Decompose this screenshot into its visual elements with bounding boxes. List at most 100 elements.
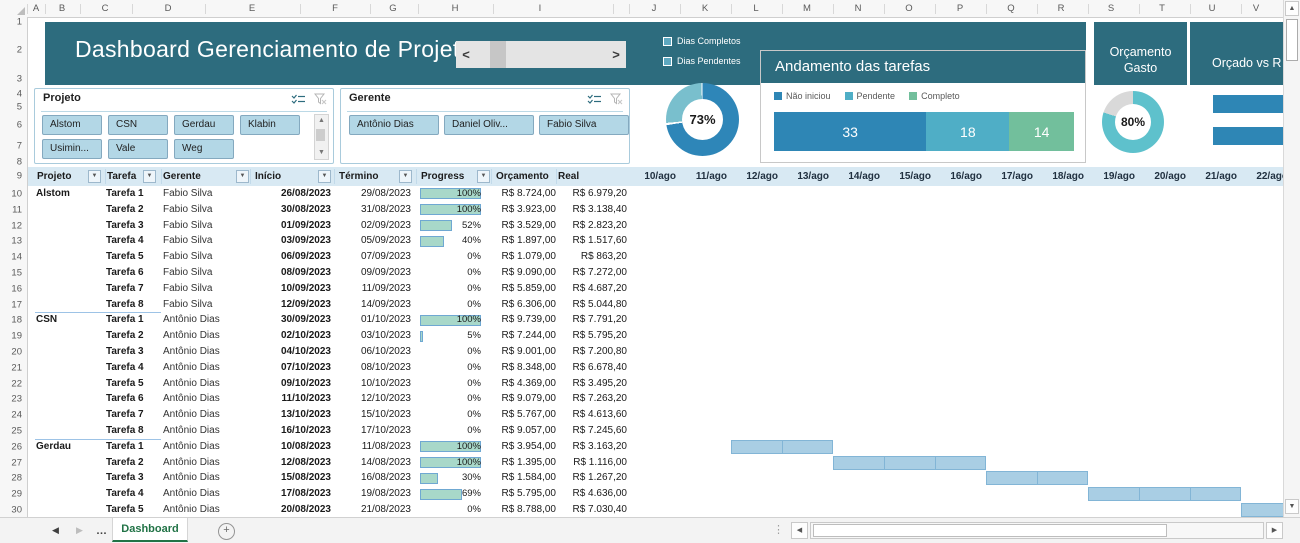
sheet-nav-next-icon[interactable]: ▶	[76, 518, 83, 543]
row-header-8[interactable]: 8	[17, 157, 22, 168]
row-header-6[interactable]: 6	[17, 120, 22, 131]
row-header-18[interactable]: 18	[11, 315, 22, 326]
row-header-29[interactable]: 29	[11, 489, 22, 500]
row-header-25[interactable]: 25	[11, 425, 22, 436]
column-header-B[interactable]: B	[59, 0, 65, 17]
row-header-28[interactable]: 28	[11, 473, 22, 484]
row-header-9[interactable]: 9	[17, 171, 22, 182]
scroll-down-icon[interactable]: ▼	[1285, 499, 1299, 514]
row-header-20[interactable]: 20	[11, 346, 22, 357]
banner-scrollbar[interactable]: < >	[456, 41, 626, 68]
row-header-10[interactable]: 10	[11, 188, 22, 199]
slicer-scrollbar[interactable]: ▲ ▼	[314, 114, 329, 160]
row-header-19[interactable]: 19	[11, 331, 22, 342]
row-header-30[interactable]: 30	[11, 504, 22, 515]
sheet-overflow-button[interactable]: …	[96, 518, 107, 543]
column-header-T[interactable]: T	[1159, 0, 1165, 17]
column-header-O[interactable]: O	[905, 0, 912, 17]
filter-dropdown-icon[interactable]: ▼	[399, 170, 412, 183]
column-header-A[interactable]: A	[33, 0, 39, 17]
column-header-N[interactable]: N	[855, 0, 862, 17]
column-header-G[interactable]: G	[389, 0, 396, 17]
column-header-S[interactable]: S	[1108, 0, 1114, 17]
horizontal-scroll-thumb[interactable]	[813, 524, 1167, 537]
slicer-item-vale[interactable]: Vale	[108, 139, 168, 159]
column-header-M[interactable]: M	[803, 0, 811, 17]
row-header-26[interactable]: 26	[11, 441, 22, 452]
slicer-item-klabin[interactable]: Klabin	[240, 115, 300, 135]
row-header-22[interactable]: 22	[11, 378, 22, 389]
slicer-item-ant-nio-dias[interactable]: Antônio Dias	[349, 115, 439, 135]
column-header-strip[interactable]: A B C D E F G H I J K L M N O P Q R S T U V	[0, 0, 1300, 18]
vertical-scrollbar[interactable]: ▲ ▼	[1283, 0, 1300, 517]
cell-termino: 05/09/2023	[360, 235, 411, 247]
row-header-23[interactable]: 23	[11, 394, 22, 405]
row-header-15[interactable]: 15	[11, 267, 22, 278]
row-header-16[interactable]: 16	[11, 283, 22, 294]
column-header-D[interactable]: D	[165, 0, 172, 17]
banner-scroll-thumb[interactable]	[490, 41, 506, 68]
hscroll-right-icon[interactable]: ▶	[1266, 522, 1283, 539]
column-header-P[interactable]: P	[957, 0, 963, 17]
sheet-tab-dashboard[interactable]: Dashboard	[112, 518, 188, 542]
row-header-14[interactable]: 14	[11, 252, 22, 263]
tabbar-resize-handle-icon[interactable]: ⋮	[773, 521, 784, 539]
slicer-item-daniel-oliv-[interactable]: Daniel Oliv...	[444, 115, 534, 135]
column-header-H[interactable]: H	[452, 0, 459, 17]
column-header-C[interactable]: C	[102, 0, 109, 17]
column-header-R[interactable]: R	[1058, 0, 1065, 17]
filter-dropdown-icon[interactable]: ▼	[318, 170, 331, 183]
banner-scroll-right-icon[interactable]: >	[606, 47, 626, 62]
filter-dropdown-icon[interactable]: ▼	[143, 170, 156, 183]
row-header-11[interactable]: 11	[12, 204, 22, 215]
filter-dropdown-icon[interactable]: ▼	[477, 170, 490, 183]
row-header-4[interactable]: 4	[17, 89, 22, 100]
column-header-U[interactable]: U	[1209, 0, 1216, 17]
column-header-Q[interactable]: Q	[1007, 0, 1014, 17]
banner-scroll-track[interactable]	[476, 41, 606, 68]
vertical-scroll-thumb[interactable]	[1286, 19, 1298, 61]
column-header-J[interactable]: J	[652, 0, 657, 17]
column-header-K[interactable]: K	[702, 0, 708, 17]
row-header-24[interactable]: 24	[11, 410, 22, 421]
row-header-strip[interactable]: 1 2 3 4 5 6 7 8 9 10 11 12 13 14 15 16 17 18 19 20 21 22 23 24 2…	[0, 17, 28, 517]
slicer-item-alstom[interactable]: Alstom	[42, 115, 102, 135]
slicer-item-weg[interactable]: Weg	[174, 139, 234, 159]
slicer-item-csn[interactable]: CSN	[108, 115, 168, 135]
hscroll-left-icon[interactable]: ◀	[791, 522, 808, 539]
scroll-up-icon[interactable]: ▲	[1285, 1, 1299, 16]
row-header-27[interactable]: 27	[11, 457, 22, 468]
row-header-2[interactable]: 2	[17, 45, 22, 56]
row-header-17[interactable]: 17	[11, 299, 22, 310]
multiselect-icon[interactable]	[587, 94, 602, 105]
column-header-F[interactable]: F	[332, 0, 338, 17]
row-header-7[interactable]: 7	[17, 141, 22, 152]
banner-scroll-left-icon[interactable]: <	[456, 47, 476, 62]
row-header-21[interactable]: 21	[11, 362, 22, 373]
slicer-item-usimin-[interactable]: Usimin...	[42, 139, 102, 159]
horizontal-scrollbar[interactable]	[810, 522, 1264, 539]
add-sheet-icon[interactable]: +	[218, 523, 235, 540]
filter-dropdown-icon[interactable]: ▼	[88, 170, 101, 183]
column-header-E[interactable]: E	[249, 0, 255, 17]
select-all-corner-icon[interactable]	[17, 7, 25, 15]
column-header-L[interactable]: L	[753, 0, 758, 17]
row-header-5[interactable]: 5	[17, 102, 22, 113]
cell-termino: 19/08/2023	[360, 488, 411, 500]
multiselect-icon[interactable]	[291, 94, 306, 105]
row-header-3[interactable]: 3	[17, 74, 22, 85]
slicer-item-gerdau[interactable]: Gerdau	[174, 115, 234, 135]
clear-filter-icon[interactable]	[610, 93, 623, 105]
slicer-scroll-down-icon[interactable]: ▼	[315, 148, 328, 158]
row-header-12[interactable]: 12	[11, 220, 22, 231]
sheet-nav-prev-icon[interactable]: ◀	[52, 518, 59, 543]
column-header-I[interactable]: I	[539, 0, 542, 17]
slicer-item-fabio-silva[interactable]: Fabio Silva	[539, 115, 629, 135]
row-header-1[interactable]: 1	[17, 17, 22, 28]
column-header-V[interactable]: V	[1253, 0, 1259, 17]
slicer-scroll-thumb[interactable]	[316, 129, 325, 141]
clear-filter-icon[interactable]	[314, 93, 327, 105]
slicer-scroll-up-icon[interactable]: ▲	[315, 116, 328, 126]
filter-dropdown-icon[interactable]: ▼	[236, 170, 249, 183]
row-header-13[interactable]: 13	[11, 236, 22, 247]
